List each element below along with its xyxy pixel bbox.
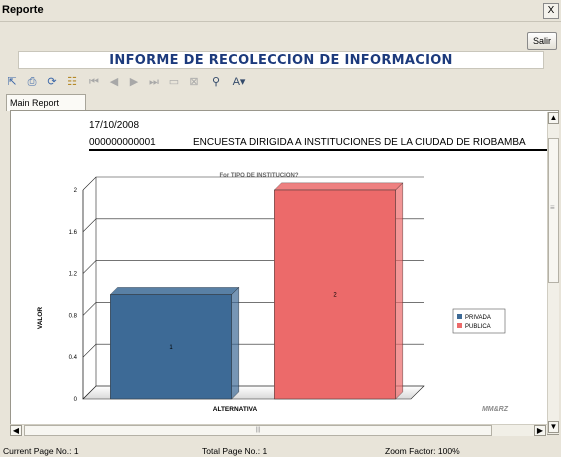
tab-main-report[interactable]: Main Report — [6, 94, 86, 111]
first-page-icon[interactable]: ⏮ — [86, 75, 102, 90]
zoom-icon[interactable]: A▾ — [228, 75, 250, 90]
bar-publica: 2 — [273, 182, 404, 400]
scroll-down-icon[interactable]: ▼ — [548, 421, 559, 433]
vertical-scroll-thumb[interactable]: ≡ — [548, 138, 559, 283]
viewer-toolbar: ⇱ ⎙ ⟳ ☷ ⏮ ◀ ▶ ⏭ ▭ ⊠ ⚲ A▾ — [0, 73, 561, 93]
bar-publica-top — [273, 182, 404, 191]
y-tick-label: 0 — [74, 397, 78, 403]
tab-bar: Main Report — [0, 94, 561, 111]
close-view-icon[interactable]: ⊠ — [186, 75, 202, 90]
zoom-status: Zoom Factor: 100% — [385, 446, 460, 456]
bar-privada-side — [231, 286, 239, 400]
total-pages-status: Total Page No.: 1 — [202, 446, 268, 456]
legend-entry: PRIVADA — [465, 315, 491, 321]
bar-chart: For TIPO DE INSTITUCION? VALOR ALTERNATI… — [37, 173, 509, 413]
grip-icon: ≡ — [550, 203, 555, 212]
scroll-left-icon[interactable]: ◀ — [10, 425, 22, 436]
group-tree-icon[interactable]: ☷ — [64, 75, 80, 90]
report-header: INFORME DE RECOLECCION DE INFORMACION — [18, 51, 544, 69]
horizontal-scrollbar[interactable]: ◀ ||| ▶ — [10, 424, 547, 436]
bar-publica-side — [395, 182, 403, 400]
report-code: 000000000001 — [89, 137, 156, 148]
report-viewer: 17/10/2008 000000000001 ENCUESTA DIRIGID… — [10, 110, 559, 435]
status-bar: Current Page No.: 1 Total Page No.: 1 Zo… — [0, 445, 561, 457]
scroll-up-icon[interactable]: ▲ — [548, 112, 559, 124]
window-titlebar: Reporte X — [0, 0, 561, 22]
chevron-down-icon[interactable]: ▾ — [240, 76, 246, 88]
vertical-scrollbar[interactable]: ▲ ≡ ▼ — [547, 112, 559, 434]
close-icon[interactable]: X — [543, 3, 559, 19]
go-to-page-icon[interactable]: ▭ — [166, 75, 182, 90]
salir-button[interactable]: Salir — [527, 32, 557, 50]
refresh-icon[interactable]: ⟳ — [44, 75, 60, 90]
window-title: Reporte — [2, 4, 44, 16]
y-tick-label: 1.2 — [69, 272, 78, 278]
bar-privada-top — [109, 287, 240, 295]
legend-swatch — [457, 323, 462, 328]
legend-swatch — [457, 314, 462, 319]
search-icon[interactable]: ⚲ — [208, 75, 224, 90]
bar-privada: 1 — [109, 286, 240, 400]
survey-title: ENCUESTA DIRIGIDA A INSTITUCIONES DE LA … — [193, 137, 526, 148]
report-header-title: INFORME DE RECOLECCION DE INFORMACION — [109, 53, 453, 68]
export-icon[interactable]: ⇱ — [4, 75, 20, 90]
report-date: 17/10/2008 — [89, 120, 140, 131]
chart-title: For TIPO DE INSTITUCION? — [220, 173, 299, 179]
y-tick-label: 0.8 — [69, 313, 78, 319]
horizontal-scroll-thumb[interactable]: ||| — [24, 425, 492, 436]
next-page-icon[interactable]: ▶ — [126, 75, 142, 90]
previous-page-icon[interactable]: ◀ — [106, 75, 122, 90]
x-axis-label: ALTERNATIVA — [213, 406, 258, 413]
current-page-status: Current Page No.: 1 — [3, 446, 79, 456]
y-axis-label: VALOR — [37, 307, 44, 330]
header-divider — [89, 149, 549, 151]
legend-entry: PUBLICA — [465, 324, 491, 330]
print-icon[interactable]: ⎙ — [24, 75, 40, 90]
y-tick-label: 0.4 — [69, 355, 78, 361]
y-tick-label: 2 — [74, 188, 78, 194]
watermark-text: MM&RZ — [482, 406, 509, 413]
last-page-icon[interactable]: ⏭ — [146, 75, 162, 90]
scroll-right-icon[interactable]: ▶ — [534, 425, 546, 436]
y-tick-label: 1.6 — [69, 230, 78, 236]
